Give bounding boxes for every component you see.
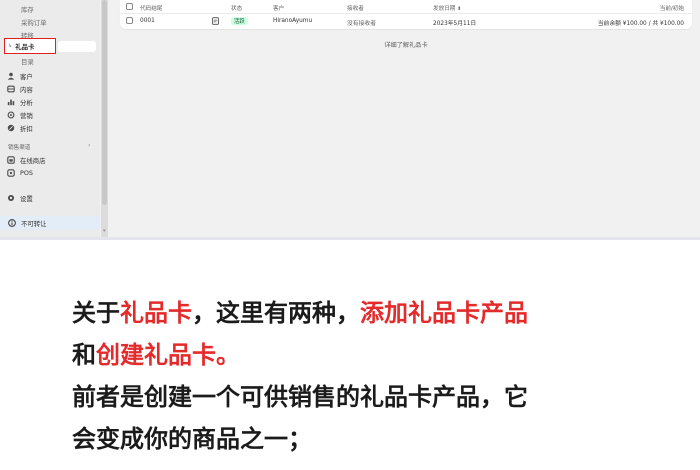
sidebar-item-catalog[interactable]: 目录 xyxy=(21,55,34,67)
text-segment: 和 xyxy=(72,341,96,369)
sidebar-scrollbar[interactable] xyxy=(101,0,108,237)
discount-icon xyxy=(6,124,15,133)
header-balance[interactable]: 当前/初始 xyxy=(660,4,684,12)
sidebar-item-label: POS xyxy=(20,169,33,177)
header-code[interactable]: 代码结尾 xyxy=(140,4,162,12)
header-issued-label: 发放日期 xyxy=(433,6,456,12)
analytics-icon xyxy=(6,98,15,107)
cell-recipient: 没有接收者 xyxy=(347,21,376,27)
admin-screenshot: 库存 采购订单 转移 ↳ 礼品卡 目录 客户 内容 分析 营销 折扣 销售渠道 … xyxy=(0,0,700,237)
sidebar-item-label: 设置 xyxy=(20,194,33,203)
highlight-segment: 创建礼品卡。 xyxy=(96,341,240,369)
sidebar-item-label: 礼品卡 xyxy=(15,42,35,51)
note-icon xyxy=(212,17,219,25)
pos-icon xyxy=(6,169,15,178)
sidebar-item-settings[interactable]: 设置 xyxy=(6,192,33,204)
cell-balance: 当前余额 ¥100.00 / 共 ¥100.00 xyxy=(597,21,684,27)
learn-more-link[interactable]: 礼品卡 xyxy=(409,42,428,49)
article-line-3: 前者是创建一个可供销售的礼品卡产品，它 xyxy=(72,383,528,411)
header-issued-date[interactable]: 发放日期 ⬍ xyxy=(433,4,461,12)
learn-more-prefix: 详细了解 xyxy=(384,42,410,49)
sidebar-item-label: 分析 xyxy=(20,98,33,107)
learn-more: 详细了解礼品卡 xyxy=(120,40,692,49)
scroll-down-arrow-icon[interactable]: ▾ xyxy=(103,228,106,234)
text-segment: 关于 xyxy=(72,299,120,327)
sidebar-item-marketing[interactable]: 营销 xyxy=(6,109,33,121)
sidebar-item-label: 内容 xyxy=(20,85,33,94)
header-customer[interactable]: 客户 xyxy=(273,4,284,12)
notice-label: 不可转让 xyxy=(21,219,47,228)
sidebar-item-label: 采购订单 xyxy=(21,18,47,27)
sidebar-item-label: 折扣 xyxy=(20,124,33,133)
article-line-1: 关于礼品卡，这里有两种，添加礼品卡产品 xyxy=(72,292,672,334)
sidebar: 库存 采购订单 转移 ↳ 礼品卡 目录 客户 内容 分析 营销 折扣 销售渠道 … xyxy=(0,0,100,237)
store-icon xyxy=(6,156,15,165)
header-recipient[interactable]: 接收者 xyxy=(347,4,364,12)
select-all-checkbox[interactable] xyxy=(126,3,133,10)
gift-card-table: 代码结尾 状态 客户 接收者 发放日期 ⬍ 当前/初始 0001 活跃 Hira… xyxy=(120,0,692,29)
sub-arrow-icon: ↳ xyxy=(8,43,13,49)
sidebar-item-label: 营销 xyxy=(20,111,33,120)
scrollbar-thumb[interactable] xyxy=(102,0,107,205)
sidebar-item-analytics[interactable]: 分析 xyxy=(6,96,33,108)
highlight-segment: 添加礼品卡产品 xyxy=(360,299,528,327)
row-checkbox[interactable] xyxy=(126,17,133,24)
text-segment: ，这里有两种， xyxy=(192,299,360,327)
sales-channels-label: 销售渠道 xyxy=(8,145,31,151)
gear-icon xyxy=(6,194,15,203)
non-transferable-notice[interactable]: 不可转让 xyxy=(0,216,100,230)
status-badge: 活跃 xyxy=(231,17,248,25)
content-icon xyxy=(6,85,15,94)
marketing-icon xyxy=(6,111,15,120)
sidebar-item-gift-cards[interactable]: ↳ 礼品卡 xyxy=(8,40,34,52)
sidebar-item-content[interactable]: 内容 xyxy=(6,83,33,95)
sidebar-item-pos[interactable]: POS xyxy=(6,167,33,179)
sidebar-item-discounts[interactable]: 折扣 xyxy=(6,122,33,134)
sidebar-item-label: 库存 xyxy=(21,5,34,14)
article-line-4: 会变成你的商品之一； xyxy=(72,425,312,453)
header-divider xyxy=(120,13,692,14)
divider xyxy=(0,237,700,240)
cell-customer[interactable]: HiranoAyumu xyxy=(273,18,312,24)
sort-icon: ⬍ xyxy=(457,6,462,12)
article-line-2: 和创建礼品卡。 xyxy=(72,334,672,376)
highlight-segment: 礼品卡 xyxy=(120,299,192,327)
active-row-highlight xyxy=(58,41,96,52)
header-status[interactable]: 状态 xyxy=(231,4,242,12)
sidebar-item-inventory[interactable]: 库存 xyxy=(21,3,34,15)
sidebar-item-label: 客户 xyxy=(20,72,33,81)
article-text: 关于礼品卡，这里有两种，添加礼品卡产品 和创建礼品卡。 前者是创建一个可供销售的… xyxy=(72,292,672,460)
cell-code[interactable]: 0001 xyxy=(140,18,155,24)
chevron-right-icon[interactable]: › xyxy=(88,142,90,149)
person-icon xyxy=(6,72,15,81)
sidebar-item-label: 在线商店 xyxy=(20,156,46,165)
sidebar-item-purchase-orders[interactable]: 采购订单 xyxy=(21,16,47,28)
info-icon xyxy=(8,219,16,227)
sidebar-item-customers[interactable]: 客户 xyxy=(6,70,33,82)
sidebar-item-label: 目录 xyxy=(21,57,34,66)
cell-issued-date: 2023年5月11日 xyxy=(433,21,477,27)
sidebar-item-online-store[interactable]: 在线商店 xyxy=(6,154,46,166)
